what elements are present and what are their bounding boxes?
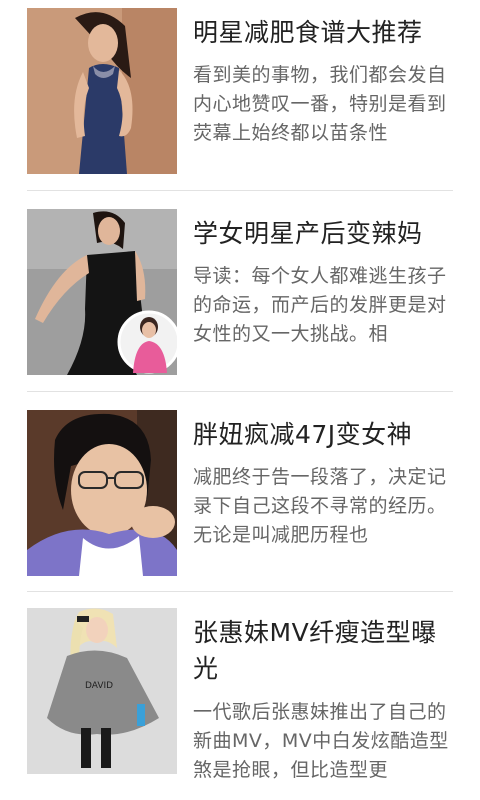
article-feed: 明星减肥食谱大推荐 看到美的事物，我们都会发自内心地赞叹一番，特别是看到荧幕上始… (0, 0, 480, 800)
divider (27, 591, 453, 592)
article-summary: 导读：每个女人都难逃生孩子的命运，而产后的发胖更是对女性的又一大挑战。相 (193, 265, 447, 345)
article-item[interactable]: 学女明星产后变辣妈 导读：每个女人都难逃生孩子的命运，而产后的发胖更是对女性的又… (27, 209, 453, 375)
article-summary: 一代歌后张惠妹推出了自己的新曲MV，MV中白发炫酷造型煞是抢眼，但比造型更 (193, 701, 449, 781)
singer-blonde-photo-icon: DAVID (27, 608, 177, 774)
girl-glasses-photo-icon (27, 410, 177, 576)
article-thumbnail[interactable]: DAVID (27, 608, 177, 774)
article-summary: 看到美的事物，我们都会发自内心地赞叹一番，特别是看到荧幕上始终都以苗条性 (193, 64, 447, 144)
article-item[interactable]: 明星减肥食谱大推荐 看到美的事物，我们都会发自内心地赞叹一番，特别是看到荧幕上始… (27, 8, 453, 174)
article-item[interactable]: DAVID 张惠妹MV纤瘦造型曝光 一代歌后张惠妹推出了自己的新曲MV，MV中白… (27, 608, 453, 800)
divider (27, 391, 453, 392)
article-title[interactable]: 张惠妹MV纤瘦造型曝光 (193, 615, 455, 687)
divider (27, 190, 453, 191)
article-title[interactable]: 胖妞疯减47J变女神 (193, 417, 455, 453)
article-thumbnail[interactable] (27, 410, 177, 576)
article-item[interactable]: 胖妞疯减47J变女神 减肥终于告一段落了，决定记录下自己这段不寻常的经历。无论是… (27, 410, 453, 576)
article-summary: 减肥终于告一段落了，决定记录下自己这段不寻常的经历。无论是叫减肥历程也 (193, 466, 447, 546)
article-thumbnail[interactable] (27, 209, 177, 375)
article-title[interactable]: 明星减肥食谱大推荐 (193, 15, 455, 51)
article-thumbnail[interactable] (27, 8, 177, 174)
woman-black-dress-photo-icon (27, 209, 177, 375)
svg-text:DAVID: DAVID (85, 681, 113, 691)
article-title[interactable]: 学女明星产后变辣妈 (193, 216, 455, 252)
woman-navy-dress-photo-icon (27, 8, 177, 174)
